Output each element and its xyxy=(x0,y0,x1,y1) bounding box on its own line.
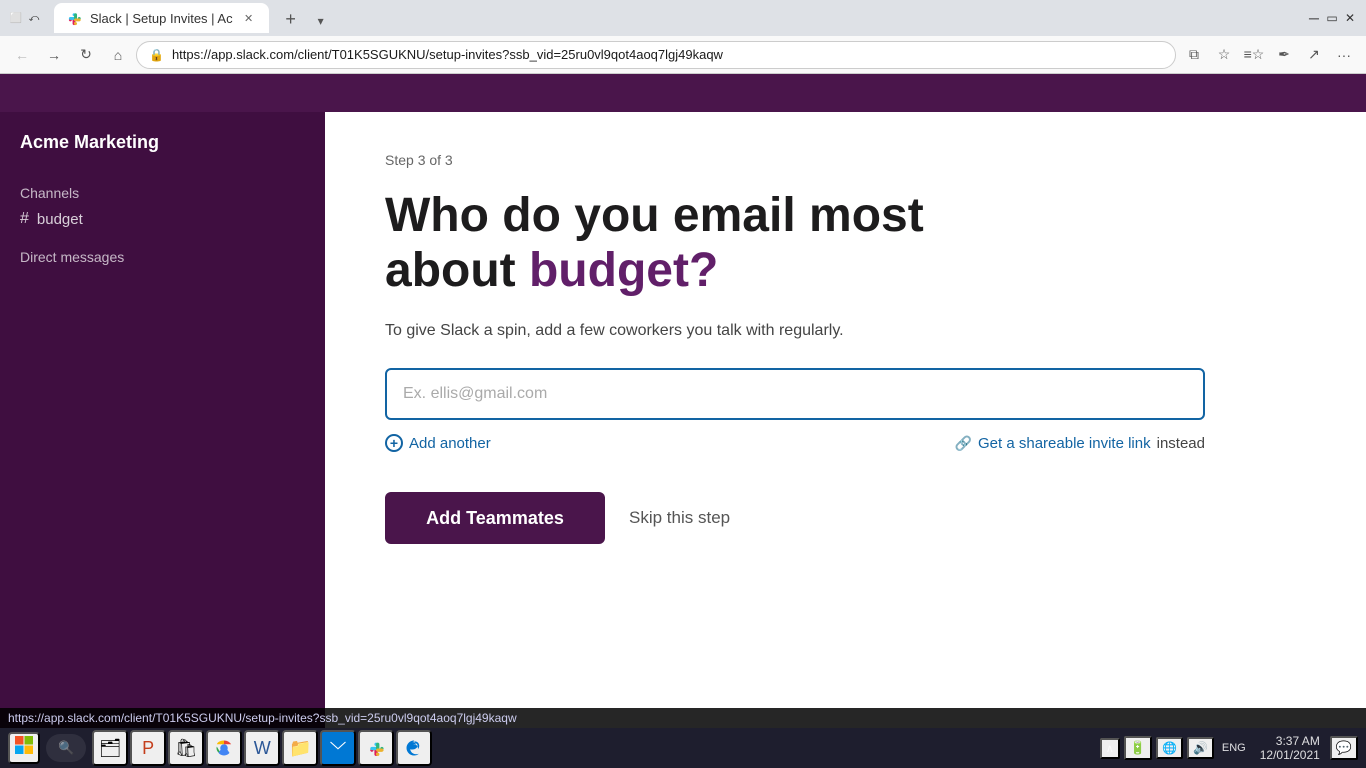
button-row: Add Teammates Skip this step xyxy=(385,492,1306,544)
home-button[interactable]: ⌂ xyxy=(104,41,132,69)
url-field[interactable]: 🔒 https://app.slack.com/client/T01K5SGUK… xyxy=(136,41,1176,69)
collections-button[interactable]: ≡☆ xyxy=(1240,41,1268,69)
slack-top-bar xyxy=(0,74,1366,112)
add-another-link[interactable]: + Add another xyxy=(385,434,491,452)
main-heading: Who do you email most about budget? xyxy=(385,188,1185,298)
tray-speaker[interactable]: 🔊 xyxy=(1187,737,1214,759)
email-input[interactable] xyxy=(385,368,1205,420)
tab-close-button[interactable]: ✕ xyxy=(241,10,257,26)
invite-link-post: instead xyxy=(1157,435,1205,452)
dm-label: Direct messages xyxy=(12,245,313,269)
browser-actions: ⧉ ☆ ≡☆ ✒ ↗ ··· xyxy=(1180,41,1358,69)
tray-battery[interactable]: 🔋 xyxy=(1124,736,1152,760)
step-indicator: Step 3 of 3 xyxy=(385,152,1306,168)
heading-line1: Who do you email most xyxy=(385,189,924,242)
refresh-button[interactable]: ↻ xyxy=(72,41,100,69)
heading-highlight: budget? xyxy=(529,244,718,297)
share-button[interactable]: ↗ xyxy=(1300,41,1328,69)
window-controls: ⬜ ⤺ xyxy=(8,10,42,26)
input-actions: + Add another 🔗 Get a shareable invite l… xyxy=(385,434,1205,452)
favorites-button[interactable]: ☆ xyxy=(1210,41,1238,69)
close-button[interactable]: ✕ xyxy=(1342,10,1358,26)
heading-line2: about budget? xyxy=(385,244,718,297)
taskbar-email[interactable] xyxy=(320,730,356,766)
taskbar-edge[interactable] xyxy=(396,730,432,766)
clock: 3:37 AM xyxy=(1260,734,1320,748)
heading-about: about xyxy=(385,244,529,297)
taskbar-search[interactable]: 🔍 xyxy=(46,734,86,762)
forward-button[interactable]: → xyxy=(40,41,68,69)
slack-favicon-icon xyxy=(66,10,82,26)
windows-logo-icon xyxy=(14,735,34,761)
sidebar-item-budget[interactable]: # budget xyxy=(12,205,313,233)
channels-section: Channels # budget xyxy=(12,181,313,233)
profile-button[interactable]: ✒ xyxy=(1270,41,1298,69)
status-bar: https://app.slack.com/client/T01K5SGUKNU… xyxy=(0,708,1366,728)
taskbar-word[interactable]: W xyxy=(244,730,280,766)
search-icon: 🔍 xyxy=(58,740,74,756)
invite-link-action[interactable]: 🔗 Get a shareable invite link instead xyxy=(955,435,1205,452)
date: 12/01/2021 xyxy=(1260,748,1320,762)
hash-icon: # xyxy=(20,210,29,228)
channels-label: Channels xyxy=(12,181,313,205)
plus-circle-icon: + xyxy=(385,434,403,452)
taskbar-slack[interactable] xyxy=(358,730,394,766)
url-text: https://app.slack.com/client/T01K5SGUKNU… xyxy=(172,47,1163,62)
tray-lang[interactable]: ENG xyxy=(1218,740,1250,756)
add-another-label: Add another xyxy=(409,435,491,452)
subtitle: To give Slack a spin, add a few coworker… xyxy=(385,322,1306,340)
lock-icon: 🔒 xyxy=(149,48,164,62)
workspace-name: Acme Marketing xyxy=(12,128,313,169)
address-bar: ← → ↻ ⌂ 🔒 https://app.slack.com/client/T… xyxy=(0,36,1366,74)
status-url: https://app.slack.com/client/T01K5SGUKNU… xyxy=(8,711,517,725)
taskbar-tray: ∧ 🔋 🌐 🔊 ENG 3:37 AM 12/01/2021 💬 xyxy=(1100,734,1358,762)
taskbar-store[interactable]: 🛍 xyxy=(168,730,204,766)
main-content: Step 3 of 3 Who do you email most about … xyxy=(325,112,1366,732)
maximize-button[interactable]: ▭ xyxy=(1324,10,1340,26)
browser-chrome: ⬜ ⤺ Slack | xyxy=(0,0,1366,74)
tab-title: Slack | Setup Invites | Ac xyxy=(90,11,233,26)
active-tab[interactable]: Slack | Setup Invites | Ac ✕ xyxy=(54,3,269,33)
invite-link-text: Get a shareable invite link xyxy=(978,435,1151,452)
start-button[interactable] xyxy=(8,732,40,764)
tray-chevron[interactable]: ∧ xyxy=(1100,738,1120,759)
title-bar: ⬜ ⤺ Slack | xyxy=(0,0,1366,36)
minimize-button[interactable]: ─ xyxy=(1306,10,1322,26)
taskbar-powerpoint[interactable]: P xyxy=(130,730,166,766)
more-button[interactable]: ··· xyxy=(1330,41,1358,69)
skip-step-button[interactable]: Skip this step xyxy=(629,508,730,528)
sidebar: Acme Marketing Channels # budget Direct … xyxy=(0,112,325,732)
taskbar-chrome[interactable] xyxy=(206,730,242,766)
dm-section: Direct messages xyxy=(12,245,313,269)
taskbar-back-icon[interactable]: ⤺ xyxy=(26,10,42,26)
split-view-button[interactable]: ⧉ xyxy=(1180,41,1208,69)
taskbar-file-explorer[interactable]: 🗂 xyxy=(92,730,128,766)
taskbar-folder[interactable]: 📁 xyxy=(282,730,318,766)
add-teammates-button[interactable]: Add Teammates xyxy=(385,492,605,544)
tray-time[interactable]: 3:37 AM 12/01/2021 xyxy=(1254,734,1326,762)
taskbar: 🔍 🗂 P 🛍 W 📁 ∧ xyxy=(0,728,1366,768)
taskbar-page-icon[interactable]: ⬜ xyxy=(8,10,24,26)
app-container: Acme Marketing Channels # budget Direct … xyxy=(0,112,1366,732)
tray-network[interactable]: 🌐 xyxy=(1156,737,1183,759)
notification-button[interactable]: 💬 xyxy=(1330,736,1358,760)
new-tab-button[interactable]: + xyxy=(277,5,305,33)
link-icon: 🔗 xyxy=(955,435,972,452)
back-button[interactable]: ← xyxy=(8,41,36,69)
tab-dropdown-button[interactable]: ▾ xyxy=(309,9,333,33)
channel-budget-label: budget xyxy=(37,211,83,228)
